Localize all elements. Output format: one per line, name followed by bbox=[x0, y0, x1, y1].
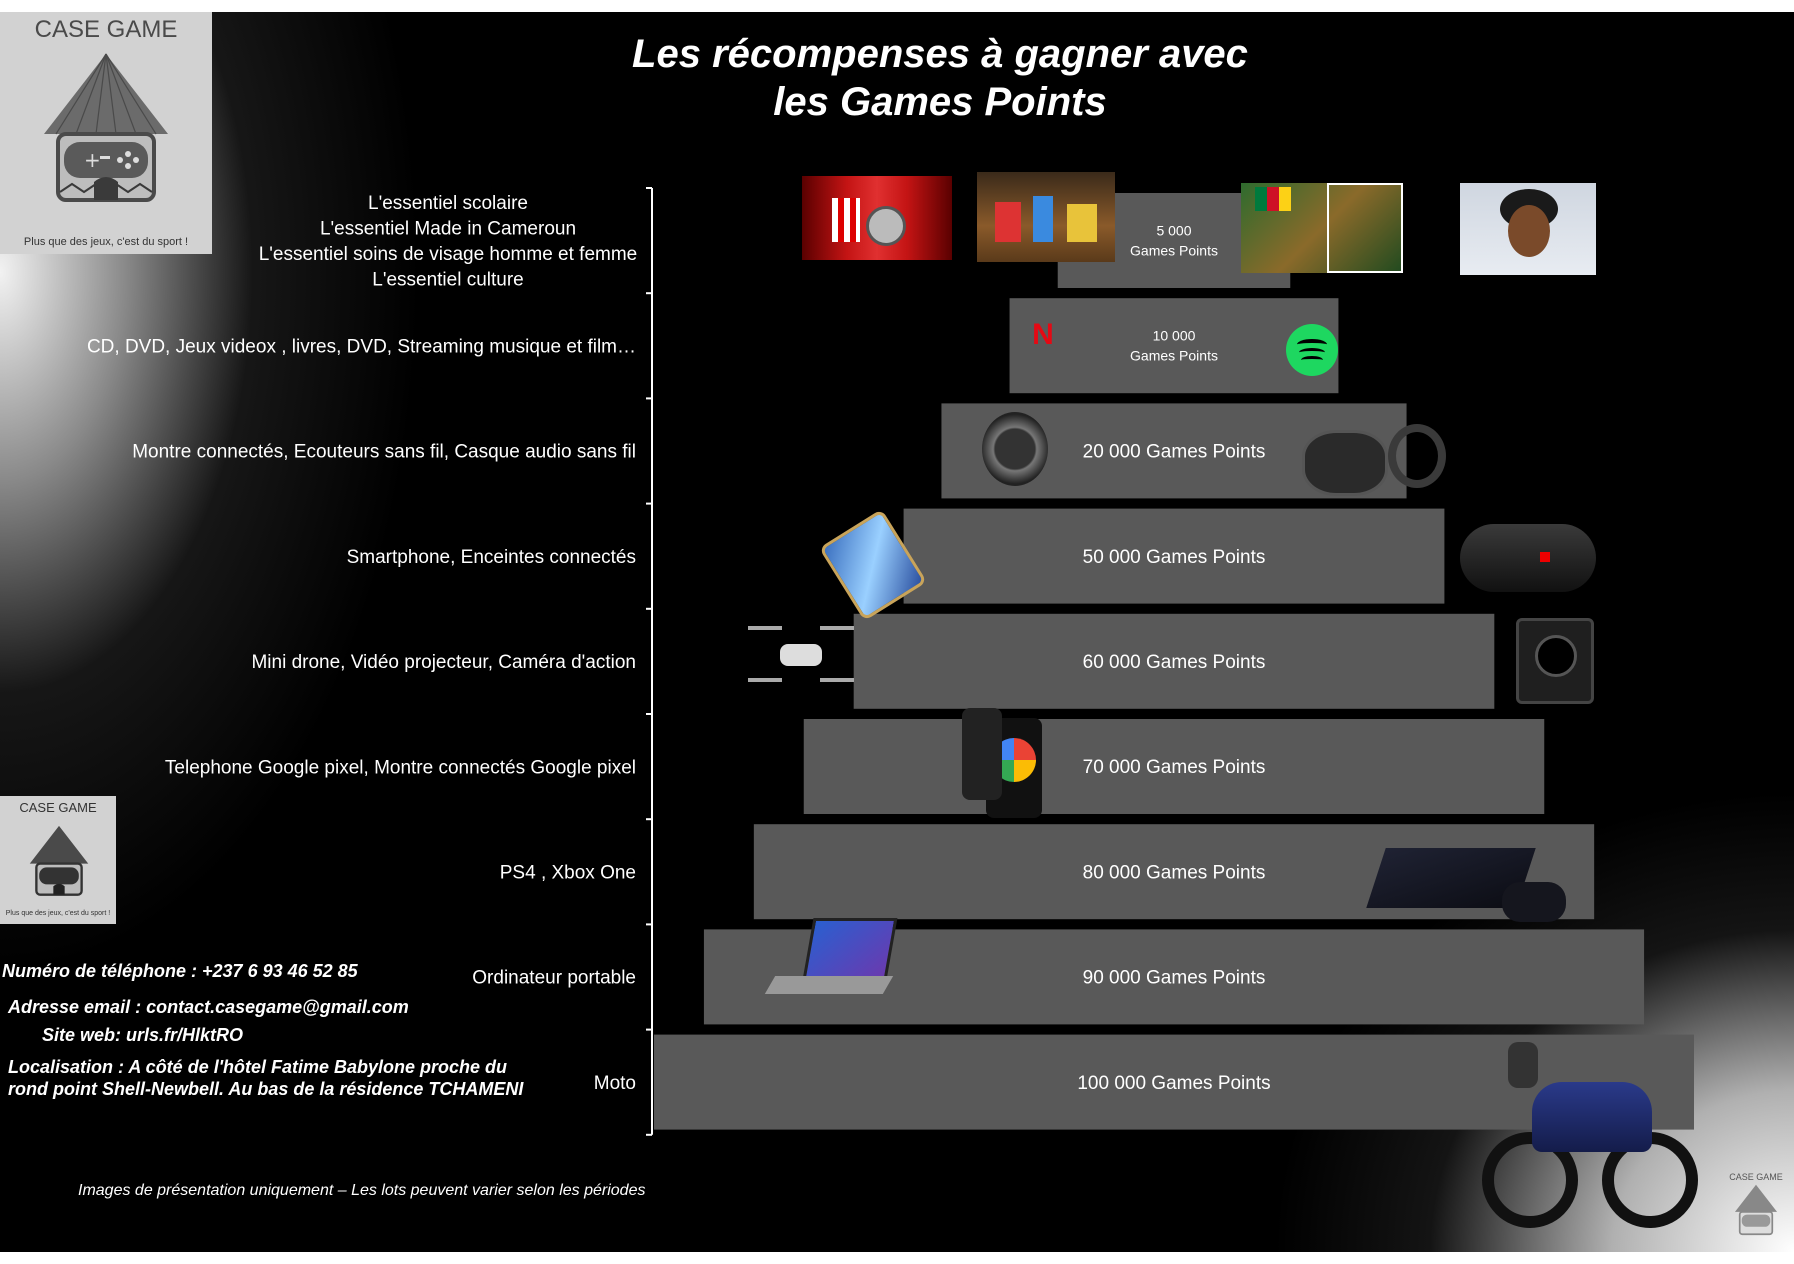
bar-value-label: 90 000 Games Points bbox=[1083, 968, 1266, 989]
motorcycle-image bbox=[1472, 1022, 1708, 1246]
google-pixel-phone-image bbox=[956, 708, 1046, 818]
made-in-cameroon-image bbox=[1241, 183, 1403, 273]
category-label: Montre connectés, Ecouteurs sans fil, Ca… bbox=[132, 442, 636, 463]
drone-image bbox=[744, 620, 854, 702]
bar-value-label: 5 000 bbox=[1156, 222, 1191, 238]
category-label: Mini drone, Vidéo projecteur, Caméra d'a… bbox=[251, 652, 636, 673]
contact-email: Adresse email : contact.casegame@gmail.c… bbox=[8, 997, 409, 1017]
bar-value-label: 20 000 Games Points bbox=[1083, 442, 1266, 463]
category-label: PS4 , Xbox One bbox=[500, 862, 636, 883]
laptop-image bbox=[764, 916, 900, 1006]
contact-phone: Numéro de téléphone : +237 6 93 46 52 85 bbox=[2, 961, 358, 981]
bar-value-label: Games Points bbox=[1130, 242, 1218, 258]
contact-location-line-2: rond point Shell-Newbell. Au bas de la r… bbox=[8, 1079, 524, 1099]
bar-value-label: 50 000 Games Points bbox=[1083, 547, 1266, 568]
action-camera-image bbox=[1516, 618, 1594, 704]
reward-poster: Les récompenses à gagner avec les Games … bbox=[0, 12, 1794, 1252]
headphones-image bbox=[1296, 412, 1454, 496]
school-supplies-image bbox=[977, 172, 1115, 262]
category-label: Moto bbox=[594, 1073, 636, 1094]
bluetooth-speaker-image bbox=[1460, 524, 1596, 592]
category-label: CD, DVD, Jeux videox , livres, DVD, Stre… bbox=[87, 336, 636, 357]
bar-value-label: 80 000 Games Points bbox=[1083, 862, 1266, 883]
skincare-woman-image bbox=[1460, 183, 1596, 275]
bar-value-label: 10 000 bbox=[1153, 328, 1196, 344]
contact-location-line-1: Localisation : A côté de l'hôtel Fatime … bbox=[8, 1057, 508, 1077]
bar-value-label: 100 000 Games Points bbox=[1077, 1073, 1270, 1094]
bar-value-label: 70 000 Games Points bbox=[1083, 757, 1266, 778]
cinema-popcorn-image bbox=[802, 176, 952, 260]
category-label: Telephone Google pixel, Montre connectés… bbox=[165, 757, 636, 778]
ps4-console-image bbox=[1366, 822, 1572, 926]
netflix-logo: N bbox=[1032, 318, 1054, 351]
smartwatch-image bbox=[982, 412, 1048, 486]
bar-value-label: Games Points bbox=[1130, 348, 1218, 364]
footer-disclaimer: Images de présentation uniquement – Les … bbox=[78, 1182, 646, 1199]
category-label: Ordinateur portable bbox=[472, 968, 636, 989]
spotify-logo bbox=[1286, 324, 1338, 376]
category-label: Smartphone, Enceintes connectés bbox=[347, 547, 636, 568]
contact-website: Site web: urls.fr/HlktRO bbox=[42, 1025, 244, 1045]
bar-value-label: 60 000 Games Points bbox=[1083, 652, 1266, 673]
category-label: L'essentiel scolaire bbox=[368, 193, 528, 214]
category-label: L'essentiel soins de visage homme et fem… bbox=[259, 244, 638, 265]
category-label: L'essentiel Made in Cameroun bbox=[320, 219, 576, 240]
category-label: L'essentiel culture bbox=[372, 270, 524, 291]
